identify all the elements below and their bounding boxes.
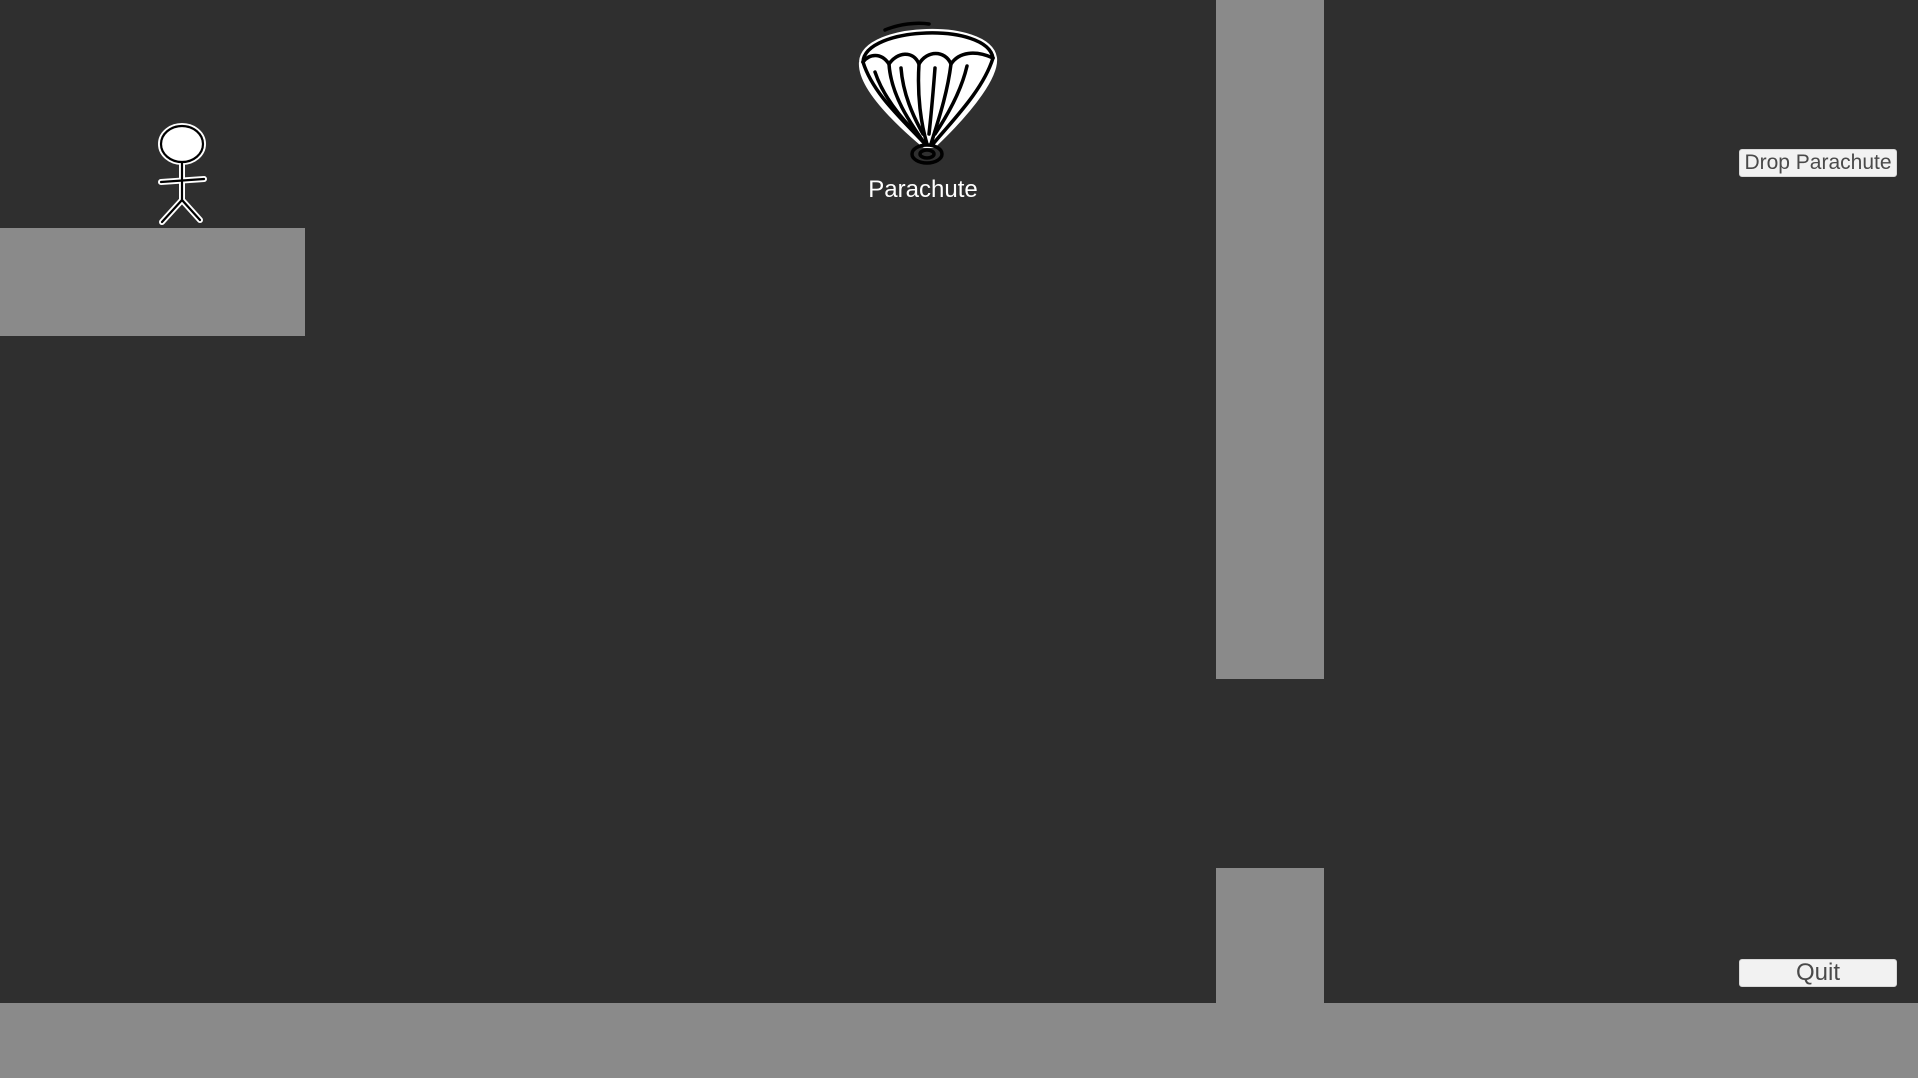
drop-parachute-button[interactable]: Drop Parachute [1739,149,1897,177]
ground-floor [0,1003,1918,1078]
game-stage: Parachute Drop Parachute Quit [0,0,1918,1078]
parachute-label: Parachute [868,176,978,203]
ledge-platform [0,228,305,336]
bottom-pillar [1216,868,1324,1003]
parachute-pickup[interactable]: Parachute [845,16,1005,206]
quit-button[interactable]: Quit [1739,959,1897,987]
top-pillar [1216,0,1324,679]
parachute-icon [858,21,998,165]
stickman-icon [158,123,207,225]
